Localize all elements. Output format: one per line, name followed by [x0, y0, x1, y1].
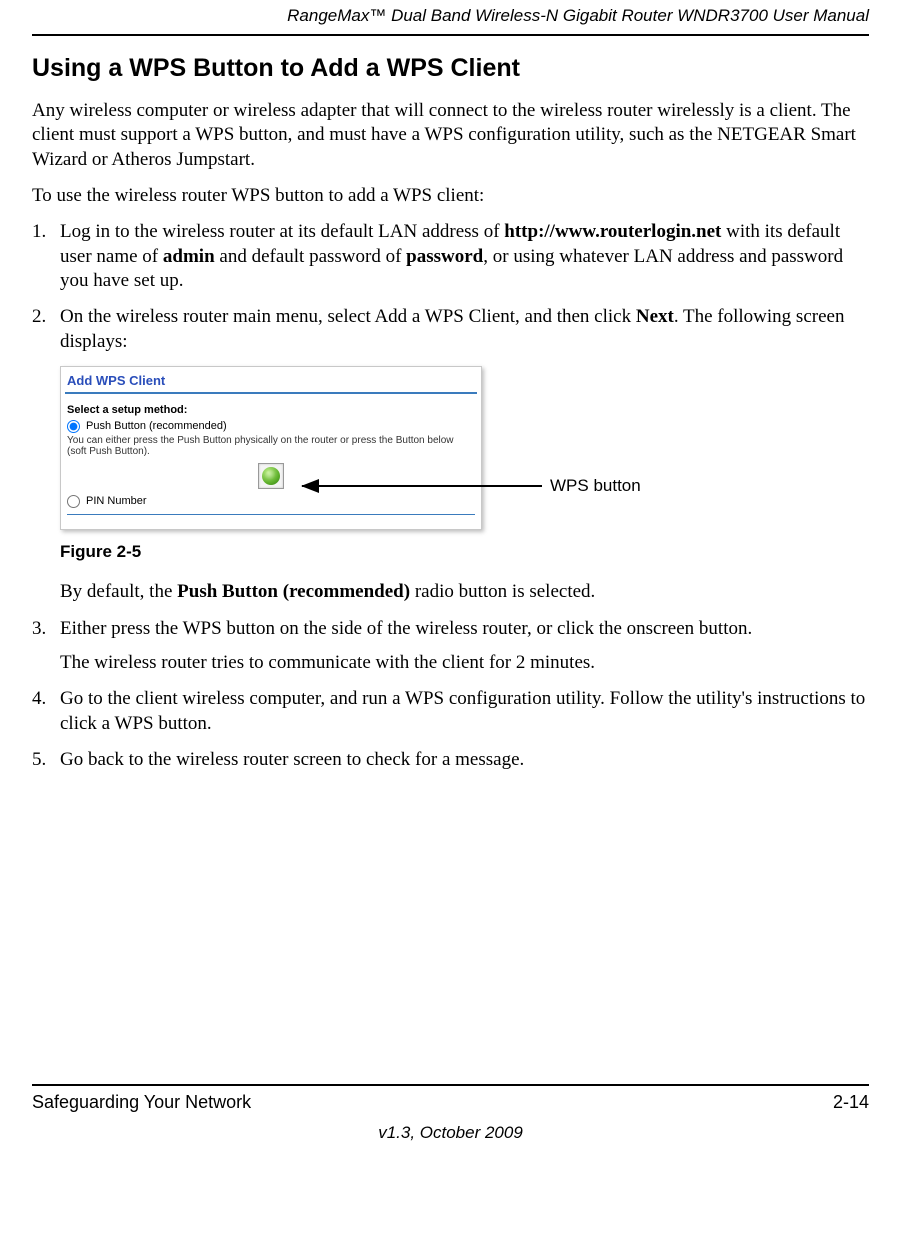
callout-label: WPS button: [550, 476, 641, 496]
section-heading: Using a WPS Button to Add a WPS Client: [32, 54, 869, 83]
step-2-sub-text: By default, the Push Button (recommended…: [60, 580, 869, 604]
step-1-text: Log in to the wireless router at its def…: [60, 220, 869, 293]
push-button-label: Push Button (recommended): [86, 420, 227, 432]
callout-arrow-group: WPS button: [302, 476, 641, 496]
wps-soft-button[interactable]: [258, 463, 284, 489]
step-2-text: On the wireless router main menu, select…: [60, 305, 869, 354]
step-2: 2. On the wireless router main menu, sel…: [32, 305, 869, 354]
step-4-text: Go to the client wireless computer, and …: [60, 687, 869, 736]
step-1-number: 1.: [32, 220, 60, 293]
step-3-sub-text: The wireless router tries to communicate…: [60, 651, 869, 675]
intro-paragraph-2: To use the wireless router WPS button to…: [32, 184, 869, 208]
step-2-number: 2.: [32, 305, 60, 354]
intro-paragraph-1: Any wireless computer or wireless adapte…: [32, 99, 869, 172]
step-3: 3. Either press the WPS button on the si…: [32, 617, 869, 676]
footer-version: v1.3, October 2009: [32, 1123, 869, 1153]
pin-number-label: PIN Number: [86, 495, 147, 507]
step-3-text: Either press the WPS button on the side …: [60, 617, 869, 641]
push-button-radio[interactable]: [67, 420, 80, 433]
step-1: 1. Log in to the wireless router at its …: [32, 220, 869, 293]
figure-2-5-row: Add WPS Client Select a setup method: Pu…: [60, 366, 869, 531]
footer-left: Safeguarding Your Network: [32, 1092, 251, 1113]
panel-bottom-rule: [67, 514, 475, 516]
header-rule: [32, 34, 869, 36]
setup-method-label: Select a setup method:: [67, 404, 475, 416]
step-5-text: Go back to the wireless router screen to…: [60, 748, 869, 772]
push-button-description: You can either press the Push Button phy…: [67, 435, 475, 457]
add-wps-client-panel: Add WPS Client Select a setup method: Pu…: [60, 366, 482, 531]
push-button-option[interactable]: Push Button (recommended): [67, 420, 475, 433]
pin-number-option[interactable]: PIN Number: [67, 495, 475, 508]
wps-icon: [262, 467, 280, 485]
step-5-number: 5.: [32, 748, 60, 772]
arrow-icon: [302, 485, 542, 487]
figure-caption: Figure 2-5: [60, 542, 869, 562]
step-5: 5. Go back to the wireless router screen…: [32, 748, 869, 772]
step-2-sub: By default, the Push Button (recommended…: [32, 580, 869, 604]
step-4: 4. Go to the client wireless computer, a…: [32, 687, 869, 736]
step-3-number: 3.: [32, 617, 60, 676]
document-header: RangeMax™ Dual Band Wireless-N Gigabit R…: [32, 6, 869, 26]
pin-number-radio[interactable]: [67, 495, 80, 508]
footer-page-number: 2-14: [833, 1092, 869, 1113]
step-4-number: 4.: [32, 687, 60, 736]
panel-title: Add WPS Client: [61, 367, 481, 392]
